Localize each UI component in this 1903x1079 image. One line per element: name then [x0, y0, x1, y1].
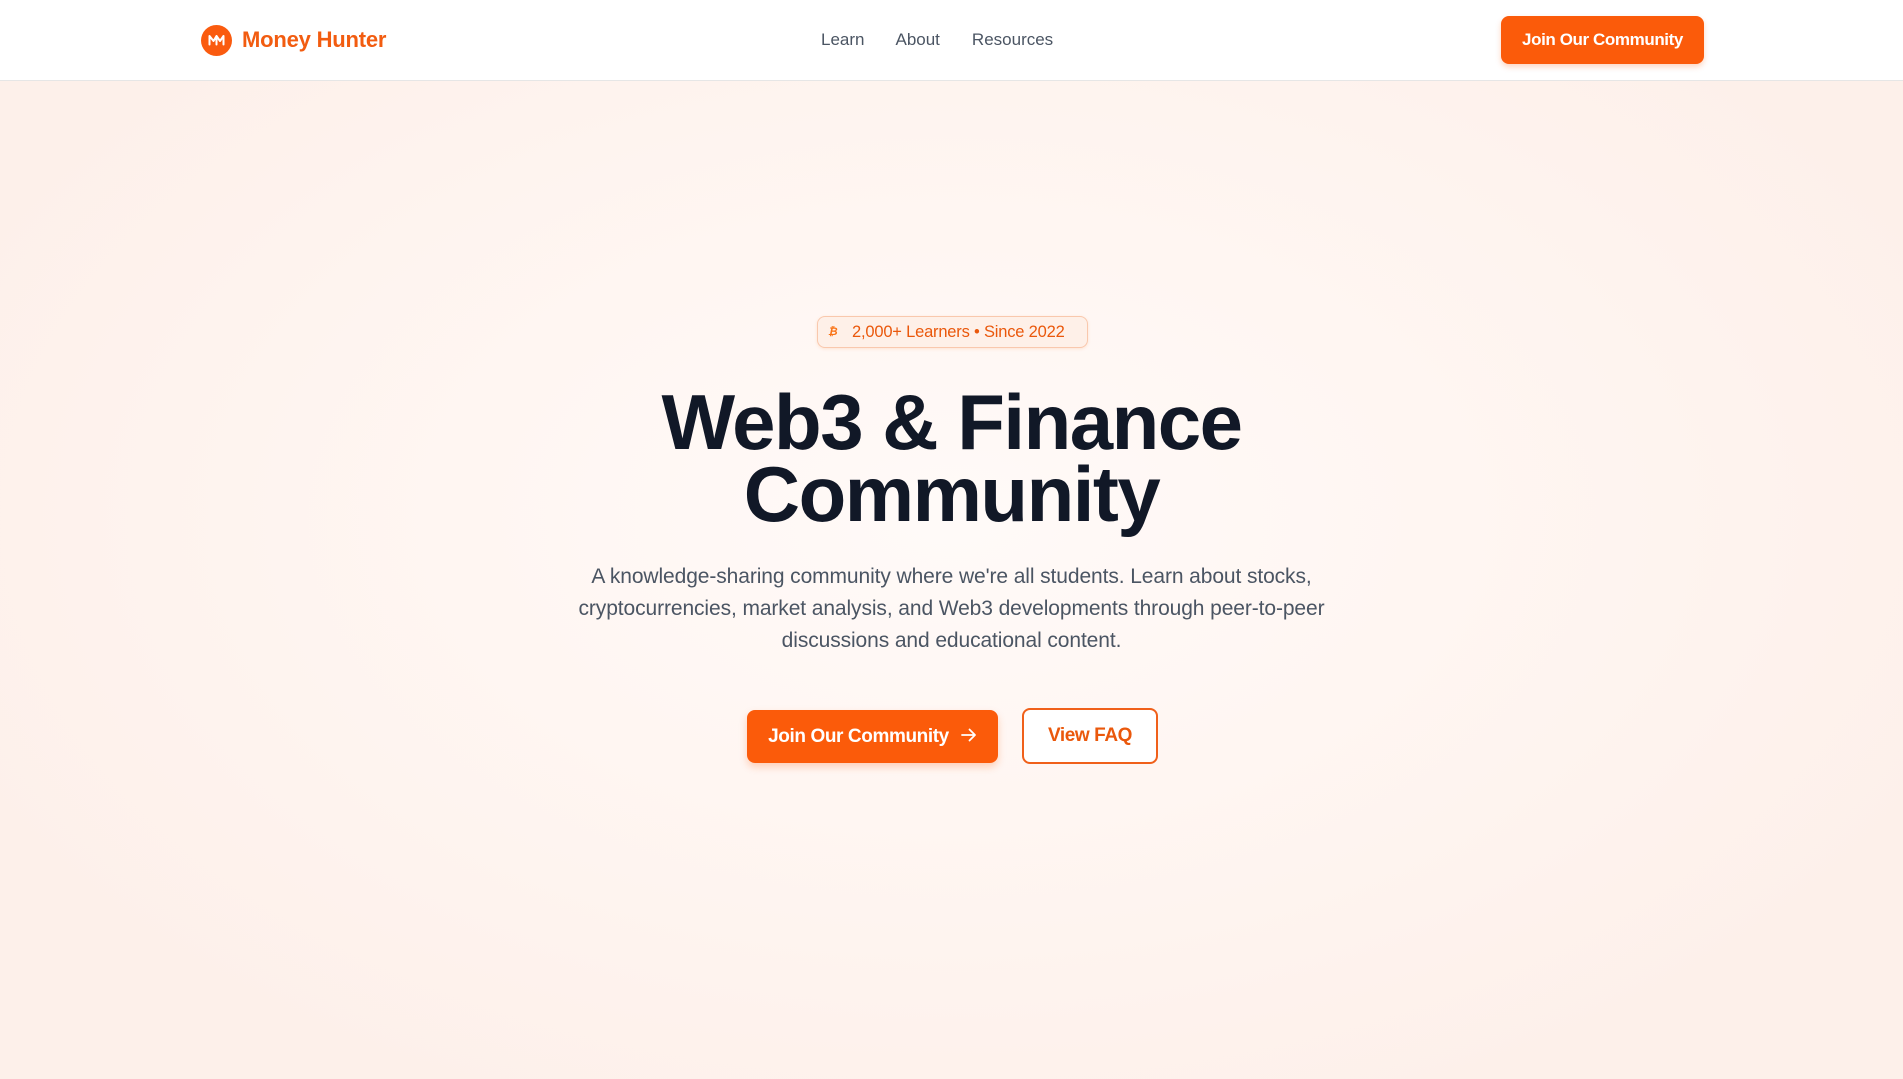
join-community-label: Join Our Community [768, 725, 949, 747]
main-nav: Learn About Resources [821, 28, 1053, 52]
arrow-right-icon [960, 726, 977, 747]
nav-link-resources[interactable]: Resources [972, 28, 1053, 52]
logo-link[interactable]: Money Hunter [201, 24, 386, 56]
page: Money Hunter Learn About Resources Join … [0, 0, 1903, 1079]
view-faq-button[interactable]: View FAQ [1022, 708, 1158, 764]
badge-text: 2,000+ Learners • Since 2022 [852, 322, 1065, 341]
top-navbar: Money Hunter Learn About Resources Join … [0, 0, 1903, 81]
join-community-button[interactable]: Join Our Community [747, 710, 998, 763]
logo-text: Money Hunter [242, 27, 387, 52]
nav-link-about[interactable]: About [895, 28, 939, 52]
money-hunter-logo-icon [201, 24, 232, 56]
hero-title: Web3 & Finance Community [0, 378, 1903, 538]
nav-link-learn[interactable]: Learn [821, 28, 864, 52]
hero-title-line-1: Web3 & Finance [661, 378, 1243, 466]
learners-badge: ₿ 2,000+ Learners • Since 2022 [817, 316, 1088, 348]
hero-section: ₿ 2,000+ Learners • Since 2022 Web3 & Fi… [0, 81, 1903, 1079]
header-join-community-button[interactable]: Join Our Community [1501, 16, 1704, 64]
hero-title-line-2: Community [743, 450, 1161, 538]
bitcoin-icon: ₿ [828, 326, 838, 338]
hero-description: A knowledge-sharing community where we'r… [578, 565, 1325, 652]
